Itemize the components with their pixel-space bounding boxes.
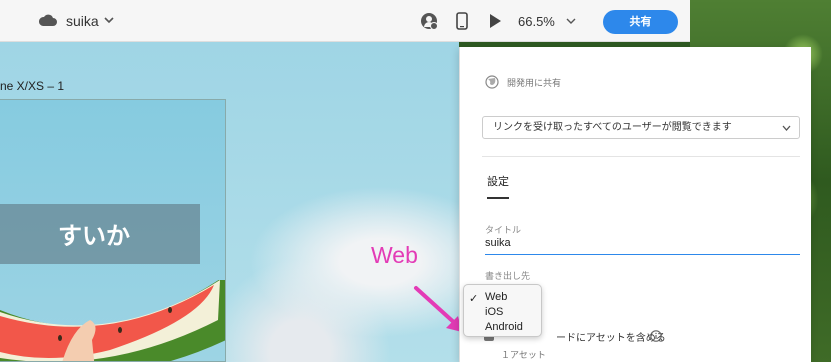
checkmark-icon: ✓ [469, 293, 479, 305]
title-input[interactable]: suika [485, 235, 800, 255]
title-bar: suika 66.5% 共有 [0, 0, 690, 42]
document-title[interactable]: suika [66, 13, 99, 29]
access-select-value: リンクを受け取ったすべてのユーザーが閲覧できます [493, 122, 732, 133]
cloud-icon [39, 14, 57, 26]
chevron-down-icon [782, 125, 791, 131]
zoom-chevron-down-icon[interactable] [566, 16, 576, 26]
access-select[interactable]: リンクを受け取ったすべてのユーザーが閲覧できます [482, 116, 800, 139]
chevron-down-icon[interactable] [104, 15, 114, 25]
export-target-label: 書き出し先 [485, 271, 531, 281]
mobile-preview-icon[interactable] [453, 12, 471, 30]
artboard-label[interactable]: ne X/XS – 1 [0, 79, 64, 93]
asset-count: １アセット [501, 350, 546, 360]
design-canvas[interactable]: ne X/XS – 1 すいか Web [0, 42, 462, 362]
title-banner[interactable]: すいか [0, 204, 200, 264]
export-target-dropdown[interactable]: ✓ Web iOS Android [463, 284, 542, 337]
divider [482, 156, 800, 157]
title-text: すいか [58, 223, 130, 250]
share-mode-label: 開発用に共有 [507, 78, 562, 88]
option-web[interactable]: Web [485, 291, 507, 303]
share-button[interactable]: 共有 [603, 10, 678, 34]
watermelon-image[interactable] [0, 280, 226, 362]
zoom-level[interactable]: 66.5% [518, 14, 555, 29]
option-ios[interactable]: iOS [485, 306, 503, 318]
globe-icon [485, 75, 499, 89]
tab-settings[interactable]: 設定 [487, 173, 509, 199]
annotation-text: Web [371, 242, 418, 268]
play-icon[interactable] [486, 12, 504, 30]
add-user-icon[interactable] [420, 12, 438, 30]
option-android[interactable]: Android [485, 321, 523, 333]
info-icon[interactable] [650, 330, 662, 342]
artboard[interactable]: すいか [0, 99, 226, 362]
